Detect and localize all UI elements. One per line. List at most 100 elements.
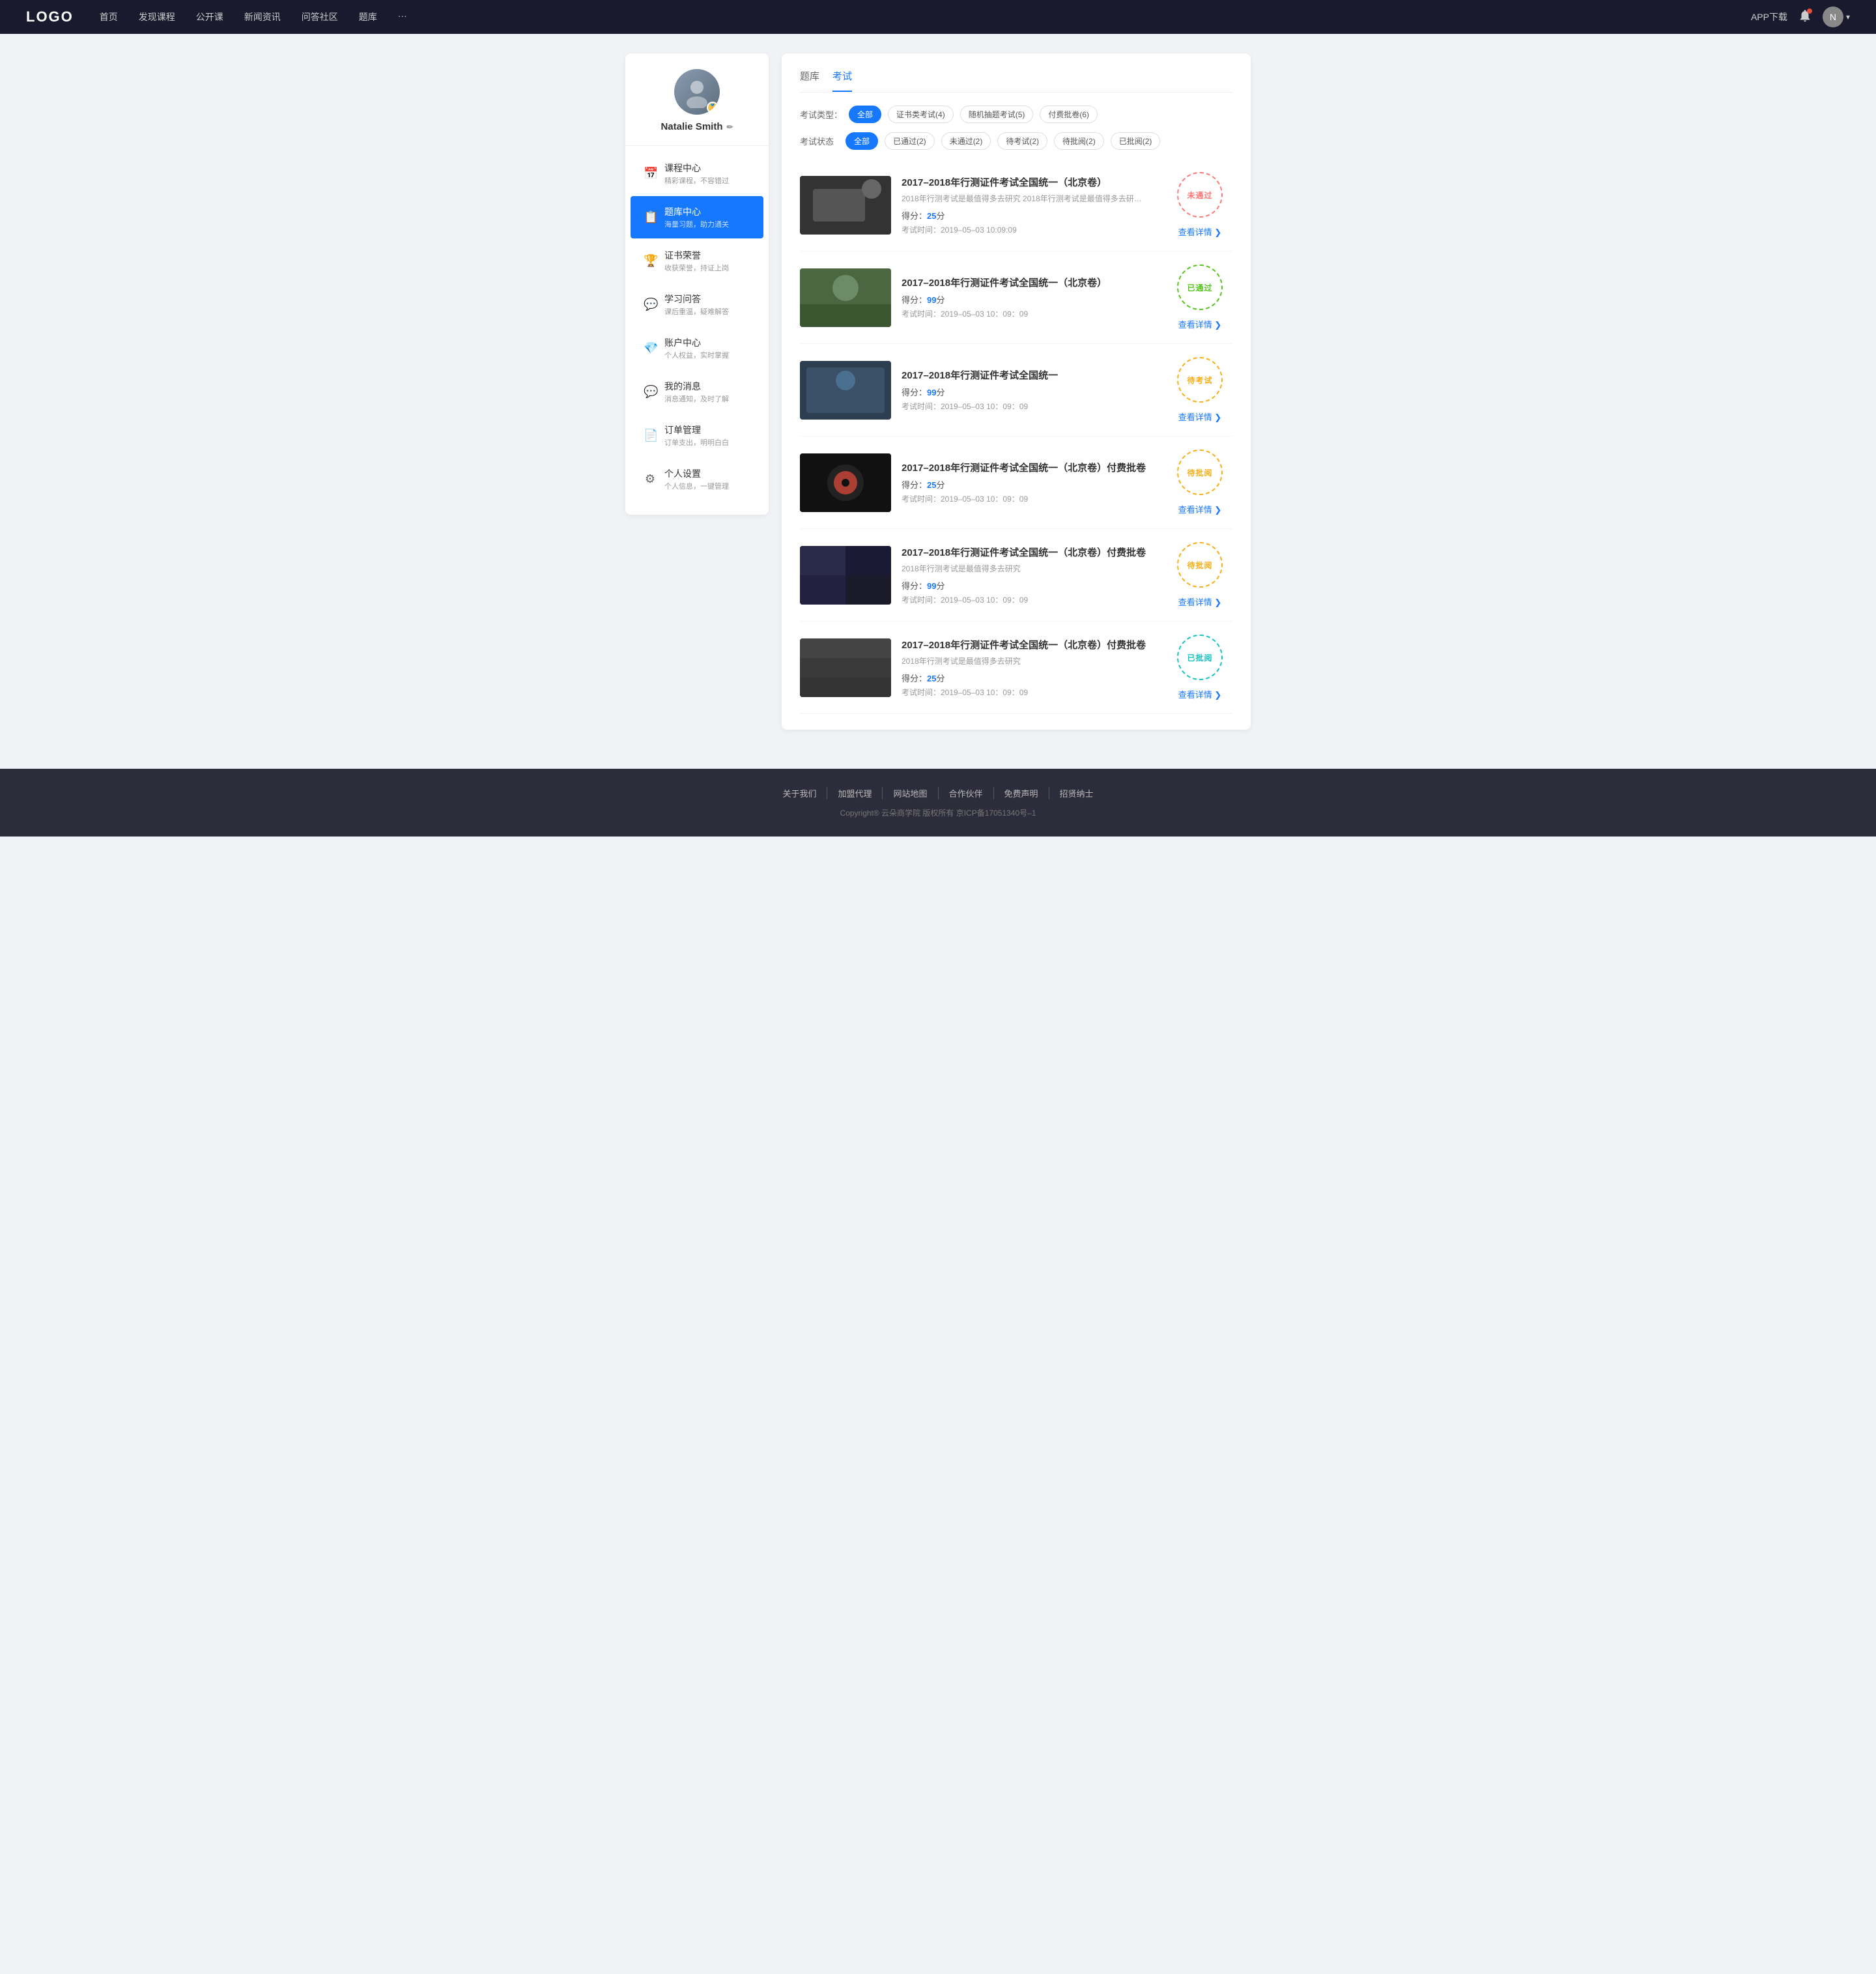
exam-thumbnail-3 <box>800 361 891 420</box>
sidebar-item-courses[interactable]: 📅 课程中心 精彩课程，不容错过 <box>631 152 763 195</box>
exam-time-3: 考试时间：2019–05–03 10：09：09 <box>902 401 1157 412</box>
exam-status-stamp-4: 待批阅 <box>1177 450 1223 495</box>
exam-detail-link-1[interactable]: 查看详情 ❯ <box>1178 225 1222 238</box>
exam-info-6: 2017–2018年行测证件考试全国统一（北京卷）付费批卷 2018年行测考试是… <box>902 638 1157 698</box>
exam-info-1: 2017–2018年行测证件考试全国统一（北京卷） 2018年行测考试是最值得多… <box>902 175 1157 235</box>
navbar-right: APP下载 N ▾ <box>1751 7 1850 27</box>
exam-detail-link-2[interactable]: 查看详情 ❯ <box>1178 318 1222 330</box>
sidebar-icon-settings: ⚙ <box>644 472 657 486</box>
filter-type-option-0[interactable]: 全部 <box>849 106 881 123</box>
table-row: 2017–2018年行测证件考试全国统一（北京卷）付费批卷 2018年行测考试是… <box>800 622 1232 714</box>
nav-item-6[interactable]: ··· <box>398 10 407 23</box>
sidebar-text-question-bank: 题库中心 海量习题，助力通关 <box>664 205 729 229</box>
exam-title-4: 2017–2018年行测证件考试全国统一（北京卷）付费批卷 <box>902 461 1157 474</box>
notification-dot <box>1807 8 1812 14</box>
sidebar-item-qa[interactable]: 💬 学习问答 课后重温，疑难解答 <box>631 283 763 326</box>
exam-title-3: 2017–2018年行测证件考试全国统一 <box>902 368 1157 382</box>
sidebar-item-orders[interactable]: 📄 订单管理 订单支出，明明白白 <box>631 414 763 457</box>
table-row: 2017–2018年行测证件考试全国统一（北京卷） 得分：99分 考试时间：20… <box>800 251 1232 344</box>
sidebar-item-certificates[interactable]: 🏆 证书荣誉 收获荣誉，持证上岗 <box>631 240 763 282</box>
tab-题库[interactable]: 题库 <box>800 69 819 92</box>
avatar: N <box>1823 7 1843 27</box>
exam-status-stamp-6: 已批阅 <box>1177 635 1223 680</box>
exam-detail-link-5[interactable]: 查看详情 ❯ <box>1178 595 1222 608</box>
profile-name: Natalie Smith ✏ <box>661 121 733 132</box>
exam-time-5: 考试时间：2019–05–03 10：09：09 <box>902 594 1157 605</box>
sidebar-item-question-bank[interactable]: 📋 题库中心 海量习题，助力通关 <box>631 196 763 238</box>
footer-links: 关于我们加盟代理网站地图合作伙伴免费声明招贤纳士 <box>0 787 1876 799</box>
sidebar-title-settings: 个人设置 <box>664 467 729 480</box>
exam-detail-link-6[interactable]: 查看详情 ❯ <box>1178 688 1222 700</box>
tab-考试[interactable]: 考试 <box>832 69 852 92</box>
sidebar-item-messages[interactable]: 💬 我的消息 消息通知，及时了解 <box>631 371 763 413</box>
exam-status-stamp-3: 待考试 <box>1177 357 1223 403</box>
sidebar-item-settings[interactable]: ⚙ 个人设置 个人信息，一键管理 <box>631 458 763 500</box>
navbar-logo: LOGO <box>26 8 74 25</box>
exam-detail-link-3[interactable]: 查看详情 ❯ <box>1178 410 1222 423</box>
exam-score-2: 得分：99分 <box>902 293 1157 306</box>
sidebar-subtitle-orders: 订单支出，明明白白 <box>664 437 729 448</box>
filter-status-option-2[interactable]: 未通过(2) <box>941 132 991 150</box>
exam-thumbnail-1 <box>800 176 891 235</box>
exam-score-1: 得分：25分 <box>902 209 1157 222</box>
filter-type-option-1[interactable]: 证书类考试(4) <box>888 106 954 123</box>
exam-status-stamp-2: 已通过 <box>1177 265 1223 310</box>
exam-score-4: 得分：25分 <box>902 478 1157 491</box>
profile-name-text: Natalie Smith <box>661 121 722 132</box>
chevron-down-icon: ▾ <box>1846 12 1850 21</box>
footer-link-5[interactable]: 招贤纳士 <box>1049 787 1104 799</box>
exam-status-stamp-1: 未通过 <box>1177 172 1223 218</box>
filter-status-option-3[interactable]: 待考试(2) <box>997 132 1047 150</box>
user-avatar-wrapper[interactable]: N ▾ <box>1823 7 1850 27</box>
sidebar-text-courses: 课程中心 精彩课程，不容错过 <box>664 162 729 186</box>
exam-list: 2017–2018年行测证件考试全国统一（北京卷） 2018年行测考试是最值得多… <box>800 159 1232 714</box>
notification-bell[interactable] <box>1798 8 1812 26</box>
filter-status-option-0[interactable]: 全部 <box>846 132 878 150</box>
edit-profile-icon[interactable]: ✏ <box>726 122 733 132</box>
content-tabs: 题库考试 <box>800 69 1232 93</box>
nav-item-1[interactable]: 发现课程 <box>139 10 175 23</box>
footer-link-4[interactable]: 免费声明 <box>994 787 1049 799</box>
app-download-link[interactable]: APP下载 <box>1751 10 1787 23</box>
filter-status-option-1[interactable]: 已通过(2) <box>885 132 935 150</box>
table-row: 2017–2018年行测证件考试全国统一（北京卷）付费批卷 2018年行测考试是… <box>800 529 1232 622</box>
sidebar-icon-account: 💎 <box>644 341 657 355</box>
nav-item-3[interactable]: 新闻资讯 <box>244 10 281 23</box>
sidebar-text-settings: 个人设置 个人信息，一键管理 <box>664 467 729 491</box>
footer-link-3[interactable]: 合作伙伴 <box>939 787 994 799</box>
exam-info-3: 2017–2018年行测证件考试全国统一 得分：99分 考试时间：2019–05… <box>902 368 1157 412</box>
footer-link-0[interactable]: 关于我们 <box>772 787 827 799</box>
nav-item-2[interactable]: 公开课 <box>196 10 223 23</box>
exam-title-6: 2017–2018年行测证件考试全国统一（北京卷）付费批卷 <box>902 638 1157 651</box>
exam-thumbnail-2 <box>800 268 891 327</box>
sidebar-subtitle-account: 个人权益，实时掌握 <box>664 350 729 360</box>
sidebar-title-qa: 学习问答 <box>664 293 729 306</box>
exam-desc-6: 2018年行测考试是最值得多去研究 <box>902 655 1149 666</box>
filter-type-option-2[interactable]: 随机抽题考试(5) <box>960 106 1034 123</box>
exam-info-5: 2017–2018年行测证件考试全国统一（北京卷）付费批卷 2018年行测考试是… <box>902 545 1157 605</box>
footer-link-2[interactable]: 网站地图 <box>883 787 938 799</box>
filter-status-option-4[interactable]: 待批阅(2) <box>1054 132 1104 150</box>
sidebar-profile: 🏅 Natalie Smith ✏ <box>625 53 769 146</box>
exam-detail-link-4[interactable]: 查看详情 ❯ <box>1178 503 1222 515</box>
filter-status-option-5[interactable]: 已批阅(2) <box>1111 132 1161 150</box>
exam-desc-5: 2018年行测考试是最值得多去研究 <box>902 563 1149 574</box>
sidebar-subtitle-courses: 精彩课程，不容错过 <box>664 175 729 186</box>
footer-link-1[interactable]: 加盟代理 <box>827 787 883 799</box>
table-row: 2017–2018年行测证件考试全国统一（北京卷）付费批卷 得分：25分 考试时… <box>800 436 1232 529</box>
filter-type-option-3[interactable]: 付费批卷(6) <box>1040 106 1098 123</box>
filter-status-label: 考试状态 <box>800 135 839 147</box>
badge-icon: 🏅 <box>707 102 718 113</box>
exam-title-5: 2017–2018年行测证件考试全国统一（北京卷）付费批卷 <box>902 545 1157 559</box>
nav-item-0[interactable]: 首页 <box>100 10 118 23</box>
nav-item-4[interactable]: 问答社区 <box>302 10 338 23</box>
nav-item-5[interactable]: 题库 <box>359 10 377 23</box>
sidebar-icon-courses: 📅 <box>644 167 657 180</box>
sidebar-icon-qa: 💬 <box>644 298 657 311</box>
sidebar-icon-orders: 📄 <box>644 429 657 442</box>
sidebar-item-account[interactable]: 💎 账户中心 个人权益，实时掌握 <box>631 327 763 369</box>
exam-status-stamp-5: 待批阅 <box>1177 542 1223 588</box>
main-container: 🏅 Natalie Smith ✏ 📅 课程中心 精彩课程，不容错过 📋 题库中… <box>612 34 1264 769</box>
exam-score-5: 得分：99分 <box>902 579 1157 592</box>
sidebar-subtitle-certificates: 收获荣誉，持证上岗 <box>664 263 729 273</box>
